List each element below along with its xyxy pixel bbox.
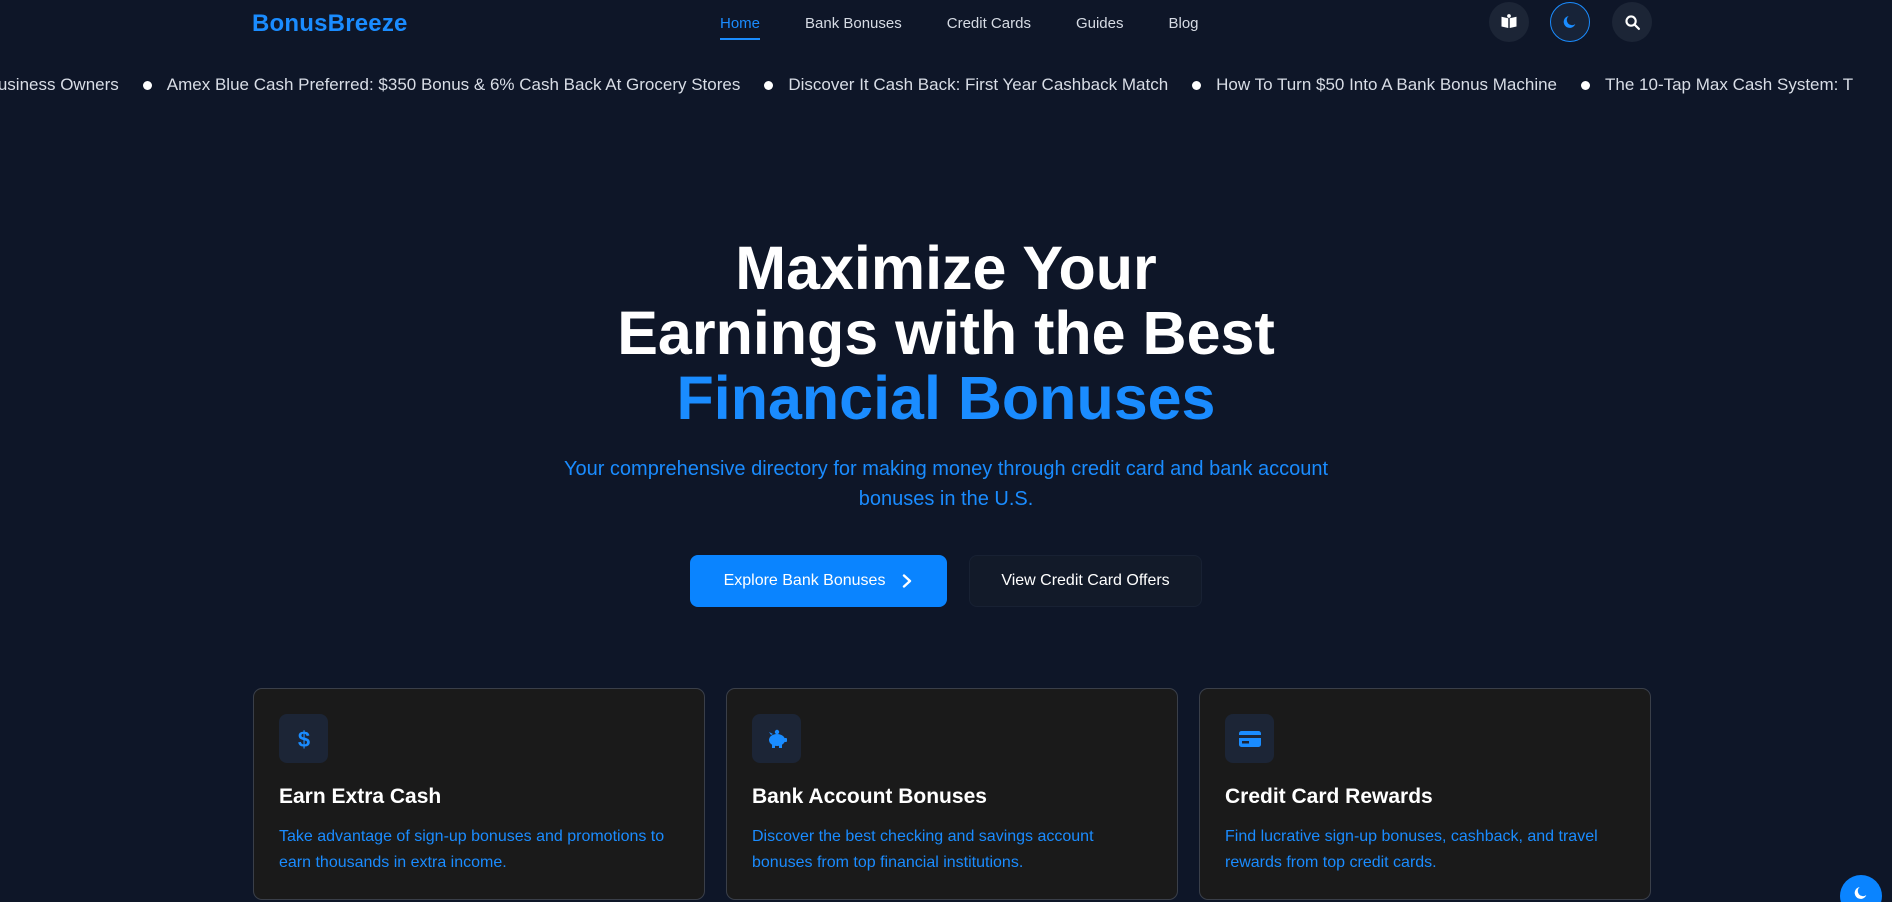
card-title: Earn Extra Cash [279,785,442,808]
dollar-icon: $ [297,727,309,751]
feature-card-earn-extra-cash[interactable]: $ Earn Extra Cash Take advantage of sign… [253,688,705,900]
main-nav: Home Bank Bonuses Credit Cards Guides Bl… [720,15,1244,40]
svg-text:$: $ [297,727,309,751]
hero-title: Maximize Your Earnings with the Best Fin… [0,236,1892,431]
news-ticker: l Business Owners Amex Blue Cash Preferr… [0,72,1892,100]
hero-subtitle: Your comprehensive directory for making … [563,458,1329,510]
book-icon [1501,14,1517,28]
card-description: Find lucrative sign-up bonuses, cashback… [1225,828,1598,871]
chevron-right-icon [903,574,912,588]
nav-item-credit-cards[interactable]: Credit Cards [947,15,1031,40]
credit-card-icon [1238,730,1261,747]
bullet-icon [142,80,152,90]
nav-item-blog[interactable]: Blog [1168,15,1198,40]
card-icon-box [1225,714,1274,763]
bullet-icon [1581,80,1591,90]
ticker-item-text: Amex Blue Cash Preferred: $350 Bonus & 6… [166,75,741,94]
feature-cards: $ Earn Extra Cash Take advantage of sign… [253,688,1651,900]
ticker-item-text: Discover It Cash Back: First Year Cashba… [788,75,1169,94]
brand-logo[interactable]: BonusBreeze [252,10,408,38]
cta-row: Explore Bank Bonuses View Credit Card Of… [0,555,1892,607]
nav-item-bank-bonuses[interactable]: Bank Bonuses [805,15,902,40]
site-header: BonusBreeze Home Bank Bonuses Credit Car… [0,0,1892,52]
ticker-item[interactable]: The 10-Tap Max Cash System: T [1581,75,1853,95]
card-icon-box [752,714,801,763]
piggy-bank-icon [768,729,787,748]
search-icon [1624,14,1640,30]
card-description: Take advantage of sign-up bonuses and pr… [279,828,665,871]
nav-item-guides[interactable]: Guides [1076,15,1124,40]
hero-title-accent: Financial Bonuses [676,364,1216,432]
view-credit-card-offers-button[interactable]: View Credit Card Offers [969,555,1202,607]
bullet-icon [764,80,774,90]
moon-icon [1563,16,1576,28]
explore-bank-bonuses-label: Explore Bank Bonuses [723,572,886,589]
card-title: Credit Card Rewards [1225,785,1433,808]
ticker-item[interactable]: How To Turn $50 Into A Bank Bonus Machin… [1192,75,1557,95]
card-title: Bank Account Bonuses [752,785,987,808]
ticker-item[interactable]: Amex Blue Cash Preferred: $350 Bonus & 6… [142,75,741,95]
ticker-track: l Business Owners Amex Blue Cash Preferr… [0,75,1877,95]
moon-icon [1854,887,1867,899]
feature-card-credit-card-rewards[interactable]: Credit Card Rewards Find lucrative sign-… [1199,688,1651,900]
ticker-item[interactable]: Discover It Cash Back: First Year Cashba… [764,75,1168,95]
ticker-item-text: l Business Owners [0,75,119,94]
hero-section: Maximize Your Earnings with the Best Fin… [0,236,1892,511]
search-button[interactable] [1612,2,1652,42]
ticker-item-text: How To Turn $50 Into A Bank Bonus Machin… [1216,75,1558,94]
hero-title-line-2: Earnings with the Best [617,299,1275,367]
explore-bank-bonuses-button[interactable]: Explore Bank Bonuses [690,555,947,607]
feature-card-bank-account-bonuses[interactable]: Bank Account Bonuses Discover the best c… [726,688,1178,900]
book-button[interactable] [1489,2,1529,42]
ticker-item-text: The 10-Tap Max Cash System: T [1605,75,1854,94]
floating-theme-button[interactable] [1840,875,1882,902]
ticker-item[interactable]: l Business Owners [0,75,119,95]
card-description: Discover the best checking and savings a… [752,828,1094,871]
bullet-icon [1192,80,1202,90]
hero-title-line-1: Maximize Your [735,234,1157,302]
theme-toggle-button[interactable] [1550,2,1590,42]
nav-item-home[interactable]: Home [720,15,761,40]
page: BonusBreeze Home Bank Bonuses Credit Car… [0,0,1892,902]
card-icon-box: $ [279,714,328,763]
